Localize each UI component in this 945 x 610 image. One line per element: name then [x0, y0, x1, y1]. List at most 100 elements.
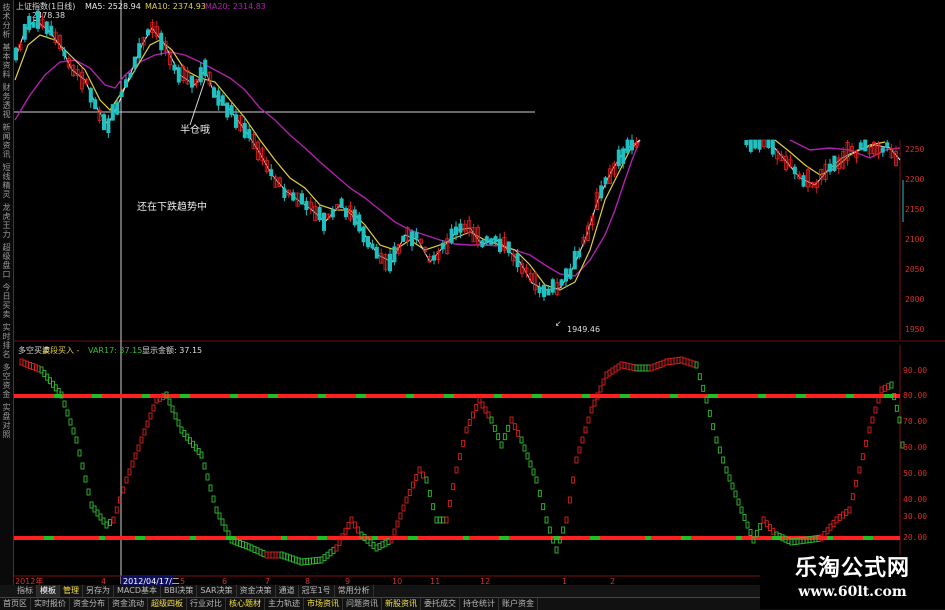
annotation-half-position: 半仓哦 [180, 123, 210, 136]
bottom-tab[interactable]: 超级四板 [148, 598, 187, 610]
candle-body [220, 95, 225, 106]
oscillator-bar [613, 365, 618, 373]
indicator-tab[interactable]: 常用分析 [335, 585, 374, 597]
bottom-tab[interactable]: 资金分布 [70, 598, 109, 610]
oscillator-bar [691, 360, 696, 368]
oscillator-bar [758, 523, 763, 531]
oscillator-bar [547, 526, 552, 534]
candle-body [792, 166, 797, 175]
oscillator-bar [748, 529, 753, 536]
candle-body [484, 236, 489, 244]
oscillator-bar [850, 493, 855, 501]
left-tab-item[interactable]: 技术分析 [1, 3, 12, 39]
left-tab-item[interactable]: 多空资金 [1, 363, 12, 399]
bottom-tab[interactable]: 首页区 [0, 598, 31, 610]
oscillator-bar [377, 542, 382, 550]
candle-body [757, 139, 762, 150]
indicator-tab[interactable]: 通道 [276, 585, 299, 597]
bottom-tab[interactable]: 主力轨迹 [265, 598, 304, 610]
bottom-tab[interactable]: 实时报价 [31, 598, 70, 610]
bottom-tab[interactable]: 行业对比 [187, 598, 226, 610]
indicator-tab[interactable]: 指标 [14, 585, 37, 597]
indicator-tab[interactable]: 冠军1号 [299, 585, 335, 597]
oscillator-bar [631, 363, 636, 371]
left-tab-item[interactable]: 龙虎王力 [1, 203, 12, 239]
oscillator-bar [860, 453, 865, 461]
indicator-tab[interactable]: 模板 [37, 585, 60, 597]
oscillator-bar [739, 506, 744, 514]
oscillator-bar [882, 384, 887, 392]
bottom-tab[interactable]: 持仓统计 [460, 598, 499, 610]
bottom-tab[interactable]: 资金流动 [109, 598, 148, 610]
oscillator-bar [873, 406, 878, 414]
bottom-tab[interactable]: 核心题材 [226, 598, 265, 610]
indicator-tab[interactable]: 资金决策 [237, 585, 276, 597]
oscillator-bar [264, 551, 269, 559]
left-tab-item[interactable]: 今日买卖 [1, 283, 12, 319]
bottom-tab[interactable]: 市场资讯 [304, 598, 343, 610]
oscillator-bar [825, 527, 830, 535]
indicator-tab[interactable]: MACD基本 [114, 585, 161, 597]
oscillator-bar [199, 451, 204, 459]
oscillator-bar [607, 369, 612, 377]
oscillator-bar [414, 474, 419, 481]
oscillator-bar [337, 538, 342, 546]
left-tab-item[interactable]: 短线精灵 [1, 163, 12, 199]
oscillator-bar [424, 476, 429, 484]
watermark-url: www.60lt.com [798, 584, 907, 600]
indicator-tab[interactable]: BBI决策 [161, 585, 198, 597]
bottom-tab[interactable]: 问题资讯 [343, 598, 382, 610]
candle-body [137, 43, 142, 59]
date-label: 12 [480, 577, 490, 586]
candle-body [13, 47, 18, 61]
left-tab-item[interactable]: 超级盘口 [1, 243, 12, 279]
oscillator-bar [118, 496, 122, 504]
indicator-tab[interactable]: SAR决策 [197, 585, 237, 597]
candle-body [128, 72, 133, 78]
bottom-tab[interactable]: 新股资讯 [382, 598, 421, 610]
oscillator-bar [867, 426, 872, 434]
bottom-tab[interactable]: 委托成交 [421, 598, 460, 610]
left-tab-item[interactable]: 新闻资讯 [1, 123, 12, 159]
oscillator-bar [325, 551, 330, 559]
indicator-tab[interactable]: 另存为 [83, 585, 114, 597]
oscillator-bar [130, 460, 135, 468]
left-tab-item[interactable]: 财务透视 [1, 83, 12, 119]
price-tick: 2150 [905, 205, 924, 214]
oscillator-bar [380, 541, 385, 549]
left-tab-item[interactable]: 基本资料 [1, 43, 12, 79]
oscillator-bar [371, 541, 376, 549]
candle-body [176, 67, 181, 83]
oscillator-bar [77, 449, 82, 457]
candle-body [343, 207, 348, 218]
oscillator-bar [512, 423, 517, 431]
candle-body [453, 226, 458, 235]
chart-canvas[interactable]: 上证指数(1日线) MA5: 2528.94 MA10: 2374.93 MA2… [0, 0, 945, 609]
oscillator-bar [139, 436, 144, 444]
oscillator-bar [658, 360, 663, 368]
candle-body [392, 246, 397, 263]
oscillator-bar [114, 506, 119, 514]
oscillator-bar [217, 512, 222, 520]
left-tab-item[interactable]: 实盘对照 [1, 403, 12, 439]
candle-body [506, 241, 511, 254]
oscillator-bar [223, 524, 228, 532]
ma20-line [14, 51, 641, 277]
date-label: 2 [610, 577, 615, 586]
oscillator-bar [124, 476, 129, 484]
indicator-tab[interactable]: 管理 [60, 585, 83, 597]
candle-body [863, 139, 868, 152]
bottom-tab[interactable]: 账户资金 [499, 598, 538, 610]
candle-body [62, 50, 67, 57]
left-tab-item[interactable]: 实时排名 [1, 323, 12, 359]
candle-body [572, 250, 577, 270]
candle-body [317, 206, 322, 221]
candle-body [172, 64, 177, 71]
candle-body [832, 155, 837, 171]
oscillator-bar [86, 488, 91, 496]
oscillator-bar [480, 401, 485, 409]
oscillator-bar [211, 495, 216, 503]
oscillator-bar [561, 526, 566, 534]
oscillator-bar [142, 428, 147, 436]
oscillator-bar [398, 512, 403, 520]
